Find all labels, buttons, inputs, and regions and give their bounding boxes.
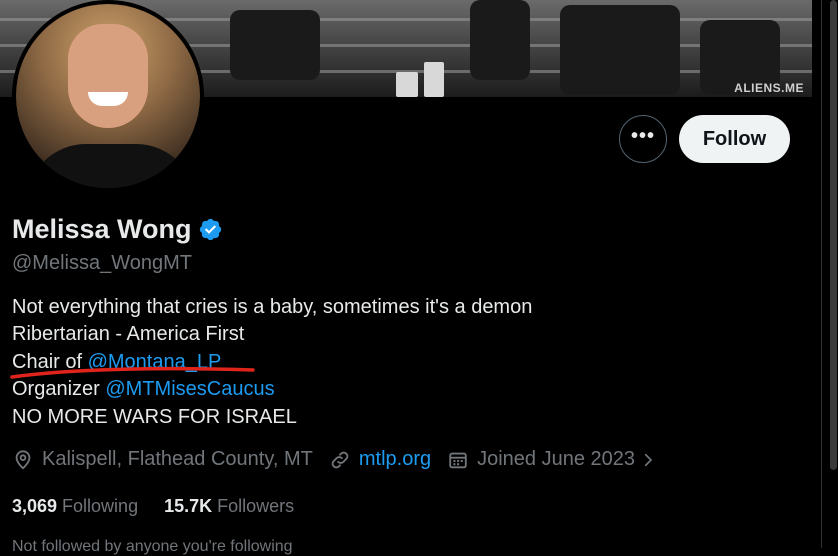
banner-watermark: ALIENS.ME — [734, 81, 804, 95]
more-icon: ••• — [630, 125, 655, 147]
bio-line: Ribertarian - America First — [12, 323, 245, 346]
bio-text: Organizer — [12, 378, 106, 401]
avatar-photo — [16, 4, 200, 188]
red-underline-annotation — [10, 366, 255, 379]
mises-caucus-link[interactable]: @MTMisesCaucus — [105, 378, 274, 400]
scrollbar[interactable] — [812, 0, 838, 548]
followed-by-text: Not followed by anyone you're following — [12, 538, 293, 555]
followers-label: Followers — [217, 496, 295, 516]
profile-bio: Not everything that cries is a baby, som… — [12, 294, 532, 431]
follow-button[interactable]: Follow — [679, 115, 790, 163]
chevron-right-icon[interactable] — [639, 451, 657, 469]
column-divider — [821, 0, 822, 548]
bio-line: Not everything that cries is a baby, som… — [12, 296, 533, 318]
joined-text: Joined June 2023 — [477, 448, 636, 470]
following-stat[interactable]: 3,069 Following — [12, 496, 138, 517]
website-link[interactable]: mtlp.org — [359, 448, 431, 471]
link-icon — [331, 451, 349, 468]
location-pin-icon — [15, 449, 31, 469]
display-name: Melissa Wong — [12, 214, 192, 244]
followers-count: 15.7K — [164, 496, 213, 516]
followers-stat[interactable]: 15.7K Followers — [164, 496, 294, 517]
location-item: Kalispell, Flathead County, MT — [12, 448, 313, 471]
profile-meta: Kalispell, Flathead County, MT mtlp.org … — [12, 448, 673, 471]
location-text: Kalispell, Flathead County, MT — [42, 448, 313, 470]
calendar-icon — [449, 452, 467, 468]
bio-line: Organizer @MTMisesCaucus — [12, 376, 532, 403]
profile-handle: @Melissa_WongMT — [12, 252, 192, 274]
follow-stats: 3,069 Following 15.7K Followers — [12, 496, 294, 517]
scrollbar-thumb[interactable] — [830, 0, 837, 470]
following-count: 3,069 — [12, 496, 58, 516]
following-label: Following — [62, 496, 139, 516]
avatar[interactable] — [12, 0, 204, 192]
bio-line: NO MORE WARS FOR ISRAEL — [12, 405, 297, 428]
verified-badge-icon[interactable] — [198, 217, 223, 242]
profile-name: Melissa Wong — [12, 214, 223, 245]
more-button[interactable]: ••• — [619, 115, 667, 163]
website-item[interactable]: mtlp.org — [329, 448, 431, 471]
joined-item: Joined June 2023 — [447, 448, 657, 471]
